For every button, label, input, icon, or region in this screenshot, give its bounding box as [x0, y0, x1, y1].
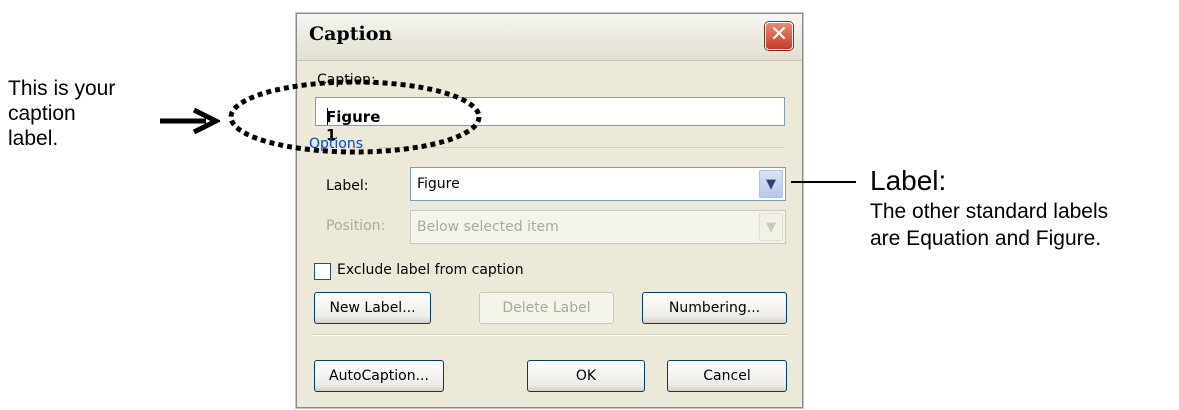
label-select[interactable]: Figure ▼ — [410, 167, 786, 201]
close-icon: ✕ — [769, 22, 789, 47]
new-label-button[interactable]: New Label... — [314, 292, 431, 324]
caption-dialog: Caption ✕ Caption: Figure 1 Options Labe… — [296, 13, 803, 408]
button-separator — [313, 334, 787, 336]
label-field-label: Label: — [326, 178, 369, 194]
annotation-caption-label: This is your caption label. — [8, 76, 158, 151]
position-select: Below selected item ▼ — [410, 210, 786, 244]
dialog-title: Caption — [309, 23, 393, 45]
numbering-button[interactable]: Numbering... — [642, 292, 787, 324]
delete-label-button: Delete Label — [479, 292, 614, 324]
label-select-value: Figure — [417, 176, 460, 192]
exclude-label-checkbox[interactable] — [314, 263, 331, 280]
cancel-button[interactable]: Cancel — [667, 360, 787, 392]
dialog-titlebar[interactable]: Caption ✕ — [297, 14, 802, 61]
pointer-arrow-icon — [160, 108, 220, 134]
chevron-down-icon: ▼ — [759, 213, 783, 241]
annotation-line: This is your — [8, 77, 116, 100]
position-select-value: Below selected item — [417, 219, 559, 235]
annotation-label-field: Label: The other standard labels are Equ… — [870, 165, 1108, 251]
chevron-down-icon[interactable]: ▼ — [759, 170, 783, 198]
annotation-line: The other standard labels — [870, 200, 1109, 223]
position-field-label: Position: — [326, 218, 386, 234]
annotation-title: Label: — [870, 165, 947, 196]
annotation-line: caption — [8, 102, 76, 125]
ok-button[interactable]: OK — [527, 360, 645, 392]
callout-line — [791, 181, 856, 183]
annotation-line: are Equation and Figure. — [870, 227, 1102, 250]
highlight-ellipse — [228, 79, 482, 155]
exclude-label-text[interactable]: Exclude label from caption — [337, 262, 524, 278]
close-button[interactable]: ✕ — [765, 22, 793, 50]
annotation-line: label. — [8, 127, 59, 150]
autocaption-button[interactable]: AutoCaption... — [314, 360, 444, 392]
